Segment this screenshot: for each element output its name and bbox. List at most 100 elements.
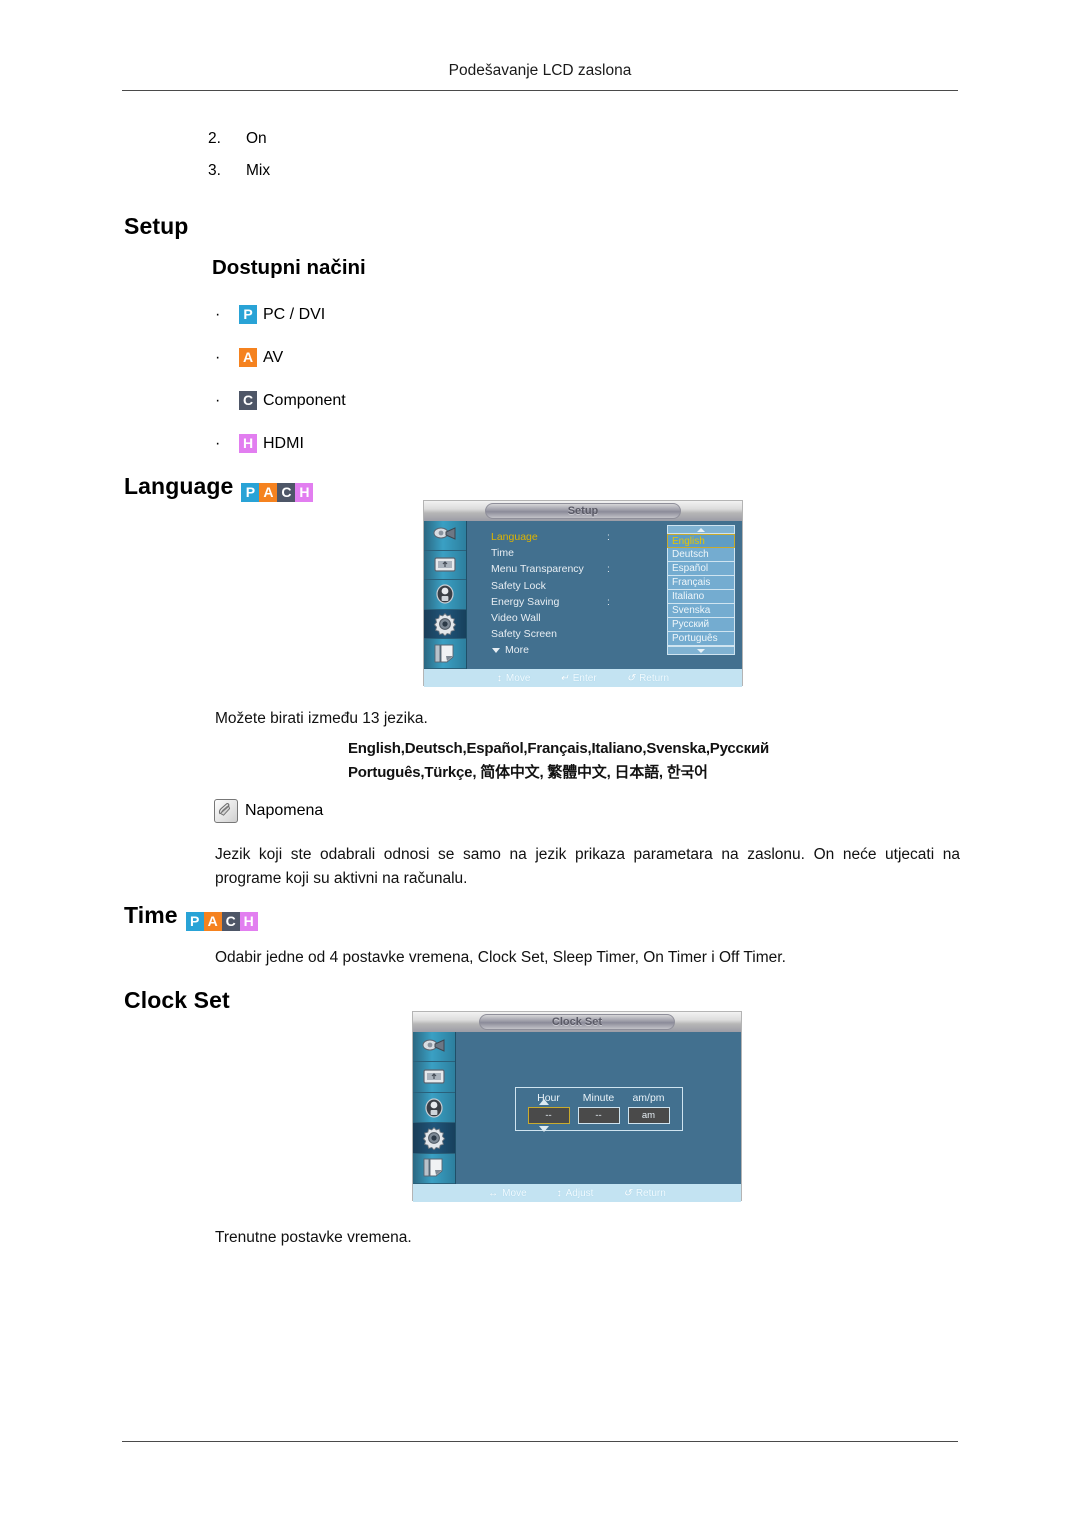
page-header: Podešavanje LCD zaslona xyxy=(448,62,632,79)
mode-badge-hdmi-icon: H xyxy=(239,434,257,453)
mode-badge-component-icon: C xyxy=(239,391,257,410)
language-count-text: Možete birati između 13 jezika. xyxy=(215,710,428,727)
osd-menu-item-energy-saving[interactable]: Energy Saving xyxy=(491,594,584,610)
adjust-arrows-icon: ↕ xyxy=(556,1187,562,1199)
osd-sidebar-item-setup[interactable] xyxy=(413,1123,455,1154)
osd-dropdown-option-russian[interactable]: Русский xyxy=(667,618,735,632)
osd-sidebar-item-picture[interactable] xyxy=(413,1032,455,1063)
colon-mark: : xyxy=(607,531,610,543)
colon-mark: : xyxy=(607,563,610,576)
list-item: 3. Mix xyxy=(208,162,608,180)
picture-icon xyxy=(422,1038,445,1052)
clock-ampm-field[interactable]: am xyxy=(627,1107,670,1124)
osd-footer-enter[interactable]: ↵ Enter xyxy=(560,673,596,684)
osd-main: Hour Minute am/pm -- -- am xyxy=(456,1032,741,1184)
chevron-up-icon[interactable] xyxy=(667,525,735,534)
heading-time-label: Time xyxy=(124,902,178,928)
caret-up-icon[interactable] xyxy=(538,1099,549,1105)
mode-badge-av-icon: A xyxy=(203,912,222,931)
osd-menu-item-safety-screen[interactable]: Safety Screen xyxy=(491,626,584,642)
osd-menu-item-video-wall[interactable]: Video Wall xyxy=(491,610,584,626)
return-arrow-icon: ↺ xyxy=(626,672,636,684)
osd-sidebar-item-setup[interactable] xyxy=(424,609,466,640)
bullet-icon: · xyxy=(215,305,221,323)
list-item: · C Component xyxy=(215,388,346,413)
osd-menu-list: Language Time Menu Transparency Safety L… xyxy=(491,529,584,658)
osd-dropdown-option-svenska[interactable]: Svenska xyxy=(667,604,735,618)
osd-menu-colons: : : : xyxy=(607,529,610,610)
osd-dropdown-option-deutsch[interactable]: Deutsch xyxy=(667,548,735,562)
multi-control-icon xyxy=(423,1158,443,1177)
sound-icon xyxy=(436,584,454,605)
list-item: · P PC / DVI xyxy=(215,302,346,327)
osd-menu-item-more[interactable]: More xyxy=(491,642,584,658)
osd-screenshot-clock-set: Clock Set Hour Minute am/pm -- -- am ↔ M… xyxy=(412,1011,742,1202)
enter-arrow-icon: ↵ xyxy=(560,672,569,684)
osd-dropdown-option-francais[interactable]: Français xyxy=(667,576,735,590)
osd-footer-move-label: Move xyxy=(502,1187,527,1199)
osd-title: Clock Set xyxy=(479,1014,675,1030)
mode-label: PC / DVI xyxy=(263,305,326,323)
note-block: Napomena xyxy=(214,799,323,823)
osd-screenshot-setup: Setup Language Time Menu Transparency Sa… xyxy=(423,500,743,687)
osd-footer: ↔ Move ↕ Adjust ↺ Return xyxy=(413,1184,741,1202)
osd-footer-return[interactable]: ↺ Return xyxy=(627,673,669,684)
colon-mark: : xyxy=(607,595,610,608)
osd-sidebar-item-screen[interactable] xyxy=(424,551,466,581)
osd-menu-item-time[interactable]: Time xyxy=(491,545,584,561)
osd-footer-adjust[interactable]: ↕ Adjust xyxy=(557,1188,594,1199)
list-item: · A AV xyxy=(215,345,346,370)
osd-dropdown-option-portugues[interactable]: Português xyxy=(667,632,735,646)
osd-sidebar-item-picture[interactable] xyxy=(424,521,466,551)
page-title-setup: Setup xyxy=(124,213,189,239)
osd-titlebar: Setup xyxy=(424,501,742,521)
setup-gear-icon xyxy=(433,612,457,637)
chevron-down-icon[interactable] xyxy=(667,646,735,655)
heading-language: Language P A C H xyxy=(124,473,314,502)
osd-dropdown-option-english[interactable]: English xyxy=(667,534,735,548)
bullet-icon: · xyxy=(215,348,221,366)
heading-language-label: Language xyxy=(124,473,234,499)
language-list: English,Deutsch,Español,Français,Italian… xyxy=(348,737,769,785)
colon-mark xyxy=(607,545,610,561)
clock-hour-field[interactable]: -- xyxy=(527,1107,570,1124)
mode-badge-group: PACH xyxy=(185,912,258,931)
language-list-line-2: Português,Türkçe, 简体中文, 繁體中文, 日本語, 한국어 xyxy=(348,764,708,781)
move-arrows-icon: ↔ xyxy=(488,1187,499,1199)
available-modes-list: · P PC / DVI · A AV · C Component · H HD… xyxy=(215,302,346,474)
colon-mark xyxy=(607,578,610,594)
osd-sidebar-item-sound[interactable] xyxy=(413,1093,455,1124)
time-description: Odabir jedne od 4 postavke vremena, Cloc… xyxy=(215,949,786,966)
osd-language-dropdown[interactable]: English Deutsch Español Français Italian… xyxy=(667,525,735,655)
osd-footer-return-label: Return xyxy=(639,672,670,684)
list-item-label: On xyxy=(246,130,267,147)
osd-title: Setup xyxy=(485,503,681,519)
list-item-number: 3. xyxy=(208,162,221,179)
osd-footer-enter-label: Enter xyxy=(572,672,597,684)
mode-label: Component xyxy=(263,391,346,409)
osd-sidebar-item-multi-control[interactable] xyxy=(424,639,466,669)
caret-down-icon[interactable] xyxy=(538,1126,549,1132)
clock-minute-field[interactable]: -- xyxy=(577,1107,620,1124)
heading-available-modes: Dostupni načini xyxy=(212,256,366,279)
clock-header-minute: Minute xyxy=(582,1092,615,1104)
osd-footer-return[interactable]: ↺ Return xyxy=(623,1188,665,1199)
osd-footer-move[interactable]: ↕ Move xyxy=(497,673,530,684)
osd-sidebar-item-screen[interactable] xyxy=(413,1062,455,1093)
bullet-icon: · xyxy=(215,391,221,409)
footer-divider xyxy=(122,1441,958,1442)
note-text: Jezik koji ste odabrali odnosi se samo n… xyxy=(215,846,960,888)
osd-menu-item-menu-transparency[interactable]: Menu Transparency xyxy=(491,561,584,577)
osd-footer-move[interactable]: ↔ Move xyxy=(488,1188,526,1199)
osd-sidebar-item-sound[interactable] xyxy=(424,580,466,610)
osd-menu-item-language[interactable]: Language xyxy=(491,529,584,545)
list-item: 2. On xyxy=(208,130,608,148)
clock-header-ampm: am/pm xyxy=(632,1092,665,1104)
osd-sidebar-item-multi-control[interactable] xyxy=(413,1154,455,1185)
screen-icon xyxy=(434,557,456,572)
osd-dropdown-option-espanol[interactable]: Español xyxy=(667,562,735,576)
osd-dropdown-option-italiano[interactable]: Italiano xyxy=(667,590,735,604)
osd-menu-item-safety-lock[interactable]: Safety Lock xyxy=(491,578,584,594)
list-item-label: Mix xyxy=(246,162,271,179)
osd-main: Language Time Menu Transparency Safety L… xyxy=(467,521,742,669)
